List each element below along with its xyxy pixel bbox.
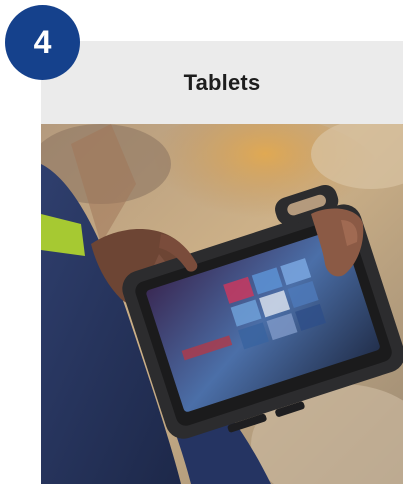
card-title: Tablets	[183, 69, 261, 95]
rugged-tablet-in-use-icon	[41, 124, 403, 484]
step-number-badge: 4	[5, 5, 80, 80]
product-photo	[41, 124, 403, 484]
step-number: 4	[33, 24, 52, 60]
product-card[interactable]: Tablets	[41, 41, 403, 484]
card-header: Tablets	[41, 41, 403, 124]
page: 4 Tablets	[0, 0, 403, 484]
